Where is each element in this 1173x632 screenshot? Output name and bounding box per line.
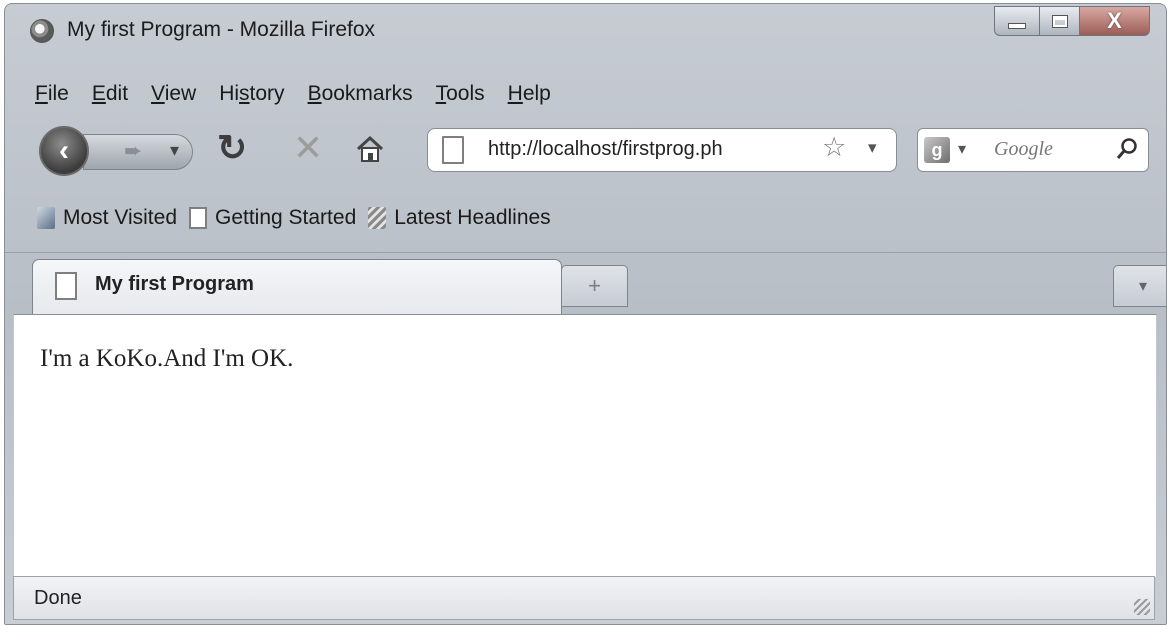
tab-list-button[interactable]: ▾ bbox=[1113, 265, 1166, 307]
page-content: I'm a KoKo.And I'm OK. bbox=[13, 314, 1157, 577]
browser-window: My first Program - Mozilla Firefox X Fil… bbox=[4, 3, 1167, 625]
status-bar: Done bbox=[13, 576, 1155, 620]
chevron-down-icon: ▾ bbox=[1138, 278, 1148, 295]
page-icon bbox=[55, 272, 77, 300]
page-text: I'm a KoKo.And I'm OK. bbox=[40, 345, 294, 372]
page-icon bbox=[189, 207, 207, 229]
status-text: Done bbox=[34, 587, 82, 609]
menu-bar: File Edit View History Bookmarks Tools H… bbox=[35, 82, 574, 106]
forward-icon: ➨ bbox=[124, 138, 143, 163]
tab-label: My first Program bbox=[95, 273, 254, 295]
back-icon: ‹ bbox=[59, 134, 69, 167]
minimize-button[interactable] bbox=[994, 6, 1040, 36]
back-button[interactable]: ‹ bbox=[39, 126, 89, 176]
history-dropdown-icon[interactable]: ▾ bbox=[170, 140, 179, 161]
reload-icon[interactable]: ↻ bbox=[217, 130, 247, 166]
firefox-logo-icon bbox=[30, 19, 54, 43]
search-bar[interactable]: g ▾ Google bbox=[917, 128, 1149, 172]
menu-tools[interactable]: Tools bbox=[436, 82, 485, 106]
menu-view[interactable]: View bbox=[151, 82, 196, 106]
rss-icon bbox=[368, 207, 387, 229]
bookmark-most-visited[interactable]: Most Visited bbox=[37, 206, 177, 230]
search-icon[interactable] bbox=[1116, 137, 1138, 161]
bookmark-star-icon[interactable]: ☆ bbox=[822, 134, 846, 161]
navigation-toolbar: ➨ ▾ ‹ ↻ ✕ http://localhost/firstprog.ph … bbox=[5, 120, 1166, 180]
url-bar[interactable]: http://localhost/firstprog.ph ☆ ▾ bbox=[427, 128, 897, 172]
plus-icon: + bbox=[588, 273, 601, 298]
forward-button[interactable]: ➨ ▾ bbox=[83, 134, 193, 170]
maximize-button[interactable] bbox=[1040, 6, 1080, 36]
bookmark-getting-started[interactable]: Getting Started bbox=[189, 206, 356, 230]
home-icon[interactable] bbox=[355, 134, 385, 164]
menu-bookmarks[interactable]: Bookmarks bbox=[308, 82, 413, 106]
bookmark-latest-headlines[interactable]: Latest Headlines bbox=[368, 206, 551, 230]
search-input[interactable]: Google bbox=[994, 138, 1053, 161]
resize-grip-icon[interactable] bbox=[1134, 599, 1150, 615]
title-bar: My first Program - Mozilla Firefox X bbox=[5, 4, 1166, 76]
window-title: My first Program - Mozilla Firefox bbox=[67, 18, 376, 41]
bookmarks-toolbar: Most Visited Getting Started Latest Head… bbox=[37, 206, 563, 230]
maximize-icon bbox=[1051, 14, 1068, 28]
url-dropdown-icon[interactable]: ▾ bbox=[868, 138, 877, 158]
menu-history[interactable]: History bbox=[219, 82, 284, 106]
engine-dropdown-icon[interactable]: ▾ bbox=[958, 139, 966, 159]
search-engine-icon[interactable]: g bbox=[924, 137, 950, 163]
new-tab-button[interactable]: + bbox=[561, 265, 628, 307]
tab-strip: My first Program + ▾ bbox=[5, 252, 1166, 315]
most-visited-icon bbox=[37, 207, 55, 229]
tab-my-first-program[interactable]: My first Program bbox=[32, 259, 562, 315]
close-icon: X bbox=[1107, 8, 1122, 33]
menu-help[interactable]: Help bbox=[508, 82, 551, 106]
minimize-icon bbox=[1008, 23, 1026, 29]
menu-file[interactable]: File bbox=[35, 82, 69, 106]
window-controls: X bbox=[994, 6, 1150, 36]
close-button[interactable]: X bbox=[1080, 6, 1150, 36]
stop-icon[interactable]: ✕ bbox=[293, 130, 323, 166]
menu-edit[interactable]: Edit bbox=[92, 82, 128, 106]
page-icon bbox=[442, 136, 464, 164]
url-input[interactable]: http://localhost/firstprog.ph bbox=[488, 138, 723, 161]
